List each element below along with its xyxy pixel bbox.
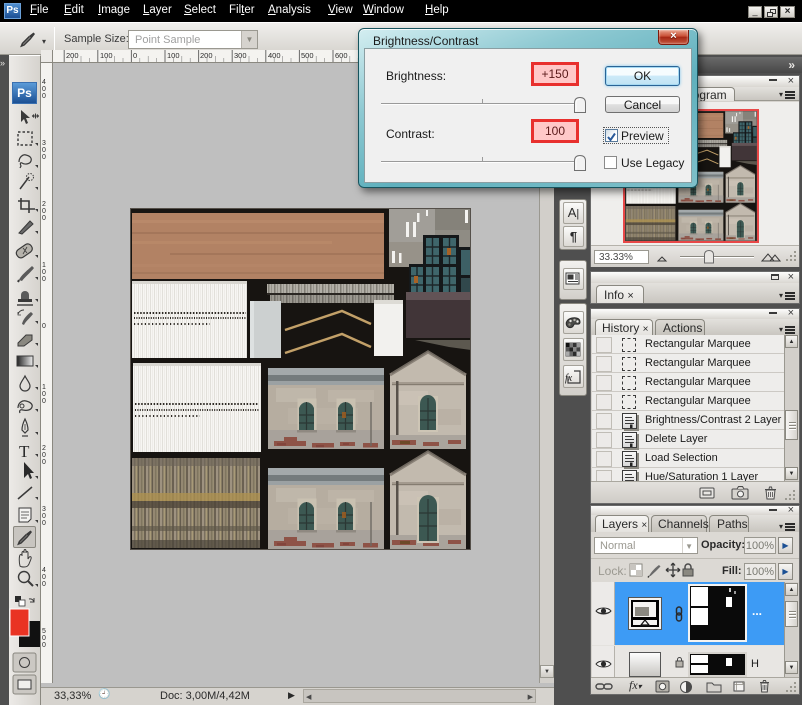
svg-text:600: 600: [335, 51, 348, 60]
svg-text:0: 0: [133, 51, 137, 60]
svg-text:100: 100: [167, 51, 180, 60]
svg-text:200: 200: [200, 51, 213, 60]
svg-text:200: 200: [66, 51, 79, 60]
svg-text:T: T: [19, 442, 30, 461]
svg-text:fx: fx: [565, 373, 573, 384]
svg-text:300: 300: [234, 51, 247, 60]
svg-text:100: 100: [100, 51, 113, 60]
svg-text:500: 500: [301, 51, 314, 60]
svg-text:400: 400: [268, 51, 281, 60]
